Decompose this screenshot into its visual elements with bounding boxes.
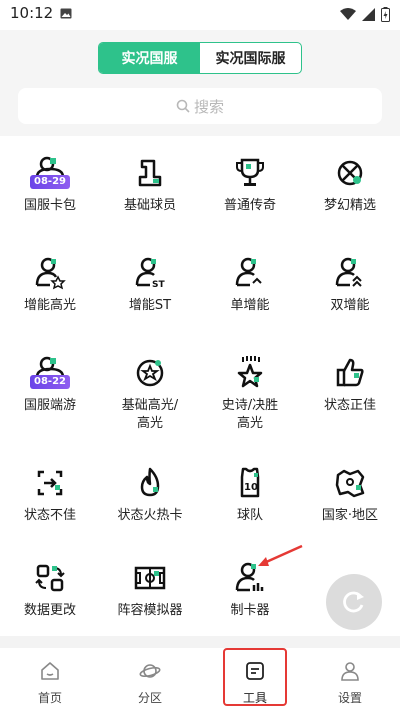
server-switch: 实况国服 实况国际服 — [98, 42, 302, 74]
tab-intl-server[interactable]: 实况国际服 — [200, 43, 301, 73]
tool-single-boost[interactable]: 单增能 — [200, 236, 300, 315]
image-notification-icon — [60, 8, 72, 19]
tool-label: 制卡器 — [230, 603, 270, 618]
pointer-arrow-icon — [258, 544, 303, 566]
tool-epic-highlight[interactable]: 史诗/决胜 高光 — [200, 336, 300, 433]
flame-icon — [130, 463, 170, 503]
st-player-icon: ST — [130, 253, 170, 293]
tool-good-form[interactable]: 状态正佳 — [300, 336, 400, 415]
tool-card-pack[interactable]: 08-29 国服卡包 — [0, 136, 100, 215]
tool-label: 增能高光 — [23, 298, 76, 313]
tool-label: 国服卡包 — [23, 198, 76, 213]
status-bar: 10:12 — [0, 0, 400, 30]
card-pack-icon: 08-29 — [30, 153, 70, 193]
tool-label: 双增能 — [330, 298, 370, 313]
tool-boost-highlight[interactable]: 增能高光 — [0, 236, 100, 315]
planet-icon — [139, 664, 161, 678]
svg-text:10: 10 — [244, 482, 258, 493]
tool-dream-select[interactable]: 梦幻精选 — [300, 136, 400, 215]
date-badge: 08-22 — [30, 375, 70, 389]
tool-label: 状态正佳 — [323, 398, 376, 413]
tool-label: 增能ST — [128, 298, 172, 313]
tool-label: 阵容模拟器 — [117, 603, 183, 618]
tool-base-highlight[interactable]: 基础高光/ 高光 — [100, 336, 200, 433]
tool-label: 基础球员 — [123, 198, 176, 213]
tool-base-player[interactable]: 基础球员 — [100, 136, 200, 215]
svg-text:ST: ST — [152, 280, 165, 290]
pitch-icon — [130, 558, 170, 598]
tools-tab-highlight — [223, 648, 287, 706]
dream-select-icon — [330, 153, 370, 193]
bottom-nav: 首页 分区 工具 设置 — [0, 648, 400, 710]
tool-label: 普通传奇 — [223, 198, 276, 213]
battery-icon — [381, 7, 390, 22]
map-icon — [330, 463, 370, 503]
date-badge: 08-29 — [30, 175, 70, 189]
status-time: 10:12 — [10, 4, 54, 22]
thumbs-up-icon — [330, 353, 370, 393]
tool-boost-st[interactable]: ST 增能ST — [100, 236, 200, 315]
tool-legend[interactable]: 普通传奇 — [200, 136, 300, 215]
nav-home[interactable]: 首页 — [0, 648, 100, 710]
refresh-button[interactable] — [326, 574, 382, 630]
nav-zone[interactable]: 分区 — [100, 648, 200, 710]
search-input[interactable]: 搜索 — [18, 88, 382, 124]
tool-data-change[interactable]: 数据更改 — [0, 541, 100, 620]
tool-label: 状态火热卡 — [117, 508, 183, 523]
divider — [0, 636, 400, 648]
tool-label: 史诗/决胜 高光 — [221, 398, 279, 431]
status-icons — [340, 7, 390, 22]
tool-double-boost[interactable]: 双增能 — [300, 236, 400, 315]
search-placeholder: 搜索 — [193, 97, 224, 116]
data-change-icon — [30, 558, 70, 598]
nav-settings[interactable]: 设置 — [300, 648, 400, 710]
tool-label: 基础高光/ 高光 — [121, 398, 179, 431]
tools-grid: 08-29 国服卡包 基础球员 普通传奇 梦幻精选 增能高光 ST 增能ST 单… — [0, 136, 400, 636]
tab-cn-server[interactable]: 实况国服 — [99, 43, 200, 73]
tool-lineup-simulator[interactable]: 阵容模拟器 — [100, 541, 200, 620]
home-icon — [41, 662, 59, 680]
user-icon — [341, 662, 359, 681]
search-icon — [176, 99, 190, 113]
tool-label: 单增能 — [230, 298, 270, 313]
tool-hot-form[interactable]: 状态火热卡 — [100, 446, 200, 525]
refresh-icon — [343, 591, 364, 613]
nav-label: 设置 — [337, 691, 362, 705]
single-boost-icon — [230, 253, 270, 293]
epic-star-icon — [230, 353, 270, 393]
nav-label: 分区 — [137, 691, 162, 705]
nav-label: 首页 — [37, 691, 62, 705]
tool-label: 状态不佳 — [23, 508, 76, 523]
wifi-icon — [340, 8, 356, 20]
pc-pack-icon: 08-22 — [30, 353, 70, 393]
tool-label: 梦幻精选 — [323, 198, 376, 213]
tool-pc-pack[interactable]: 08-22 国服端游 — [0, 336, 100, 415]
jersey-icon: 10 — [230, 463, 270, 503]
double-boost-icon — [330, 253, 370, 293]
signal-icon — [362, 8, 375, 21]
tool-label: 数据更改 — [23, 603, 76, 618]
tool-label: 国服端游 — [23, 398, 76, 413]
tool-country-region[interactable]: 国家·地区 — [300, 446, 400, 525]
highlight-player-icon — [30, 253, 70, 293]
trophy-icon — [230, 153, 270, 193]
tool-bad-form[interactable]: 状态不佳 — [0, 446, 100, 525]
base-player-icon — [130, 153, 170, 193]
tool-team[interactable]: 10 球队 — [200, 446, 300, 525]
bad-form-icon — [30, 463, 70, 503]
tool-label: 球队 — [236, 508, 263, 523]
tool-label: 国家·地区 — [321, 508, 379, 523]
star-circle-icon — [130, 353, 170, 393]
